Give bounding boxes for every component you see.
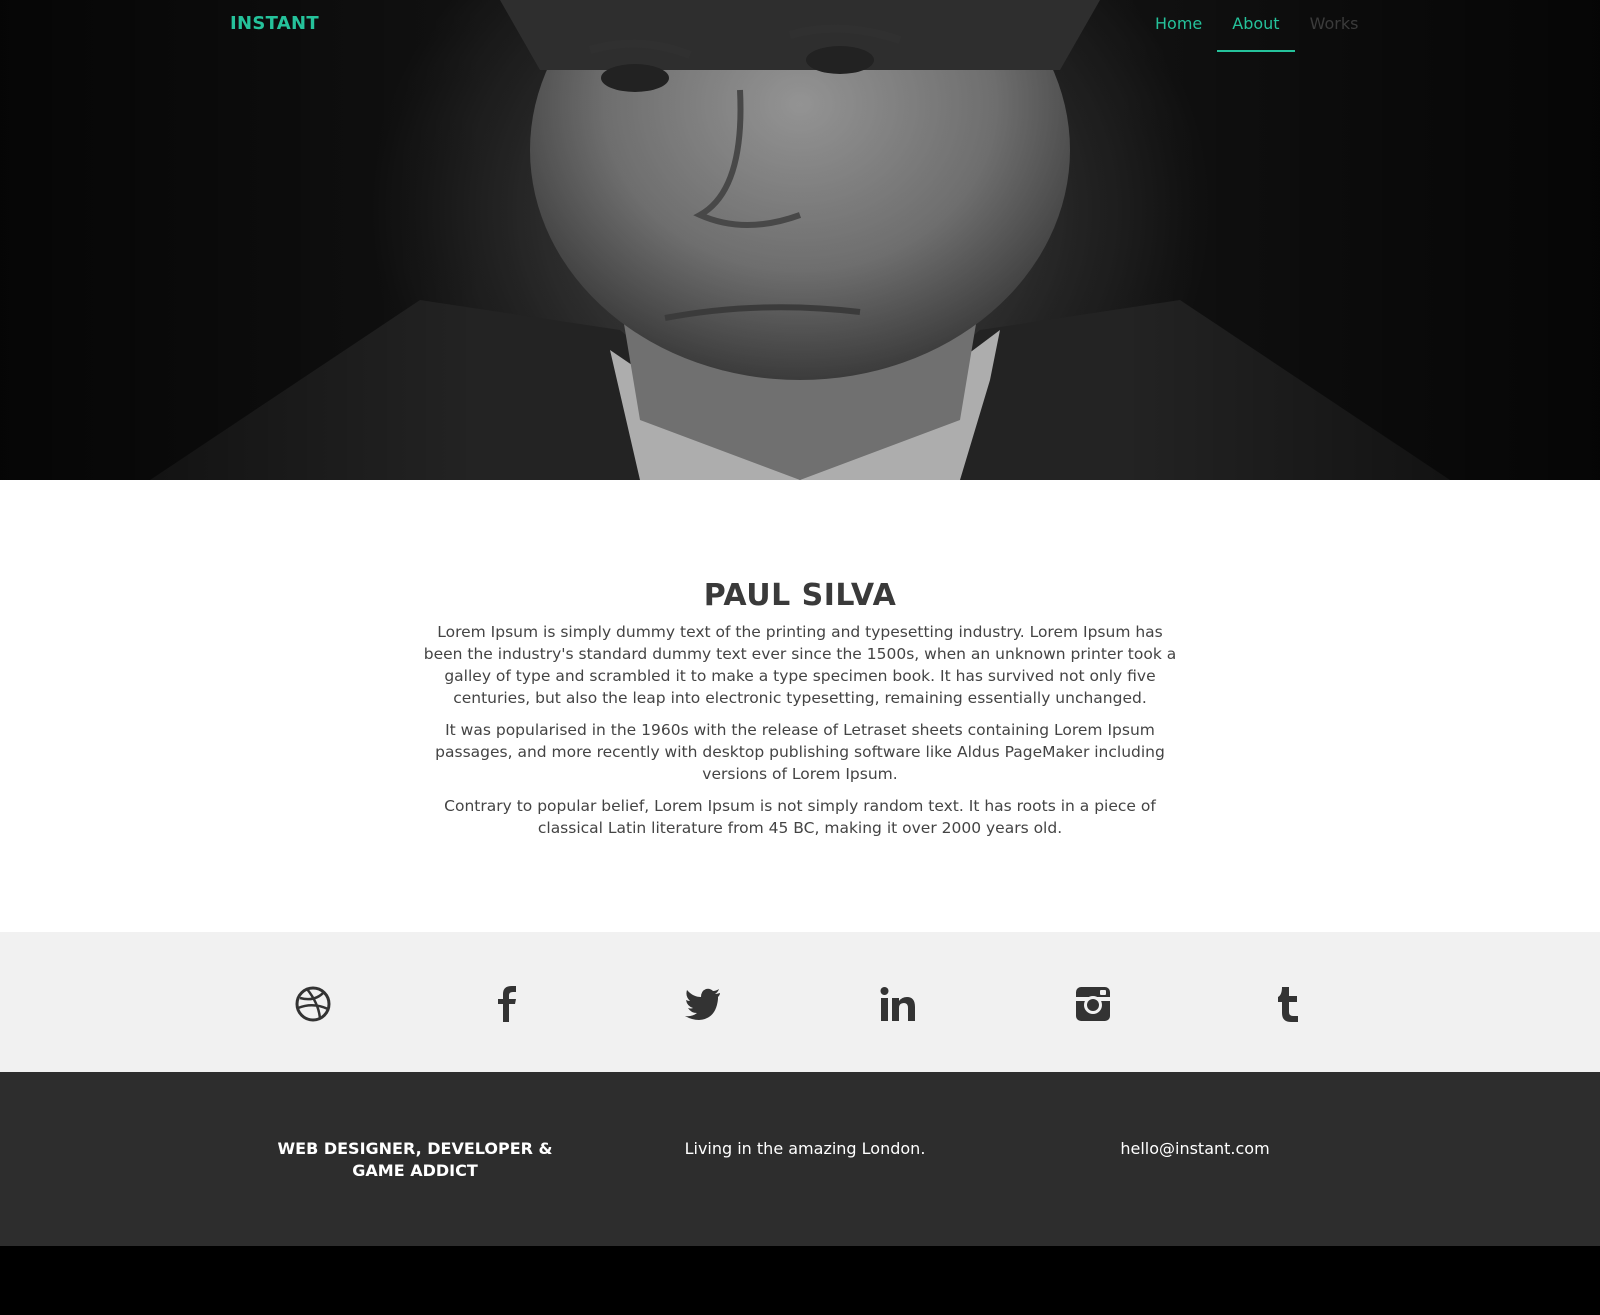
profile-name: PAUL SILVA bbox=[703, 578, 897, 613]
footer-location: Living in the amazing London. bbox=[684, 1139, 926, 1158]
facebook-icon[interactable] bbox=[488, 984, 528, 1024]
about-paragraph-1: Lorem Ipsum is simply dummy text of the … bbox=[423, 623, 1177, 707]
nav-works[interactable]: Works bbox=[1295, 0, 1374, 50]
nav-home[interactable]: Home bbox=[1140, 0, 1217, 50]
about-section: PAUL SILVA Lorem Ipsum is simply dummy t… bbox=[0, 480, 1600, 932]
tumblr-icon[interactable] bbox=[1268, 984, 1308, 1024]
footer: WEB DESIGNER, DEVELOPER & GAME ADDICT Li… bbox=[0, 1072, 1600, 1246]
footer-tagline: WEB DESIGNER, DEVELOPER & GAME ADDICT bbox=[277, 1139, 553, 1180]
dribbble-icon[interactable] bbox=[293, 984, 333, 1024]
hero-section: INSTANT Home About Works bbox=[0, 0, 1600, 480]
twitter-icon[interactable] bbox=[683, 984, 723, 1024]
main-nav: Home About Works bbox=[1140, 0, 1373, 52]
nav-about[interactable]: About bbox=[1217, 0, 1295, 52]
brand-logo[interactable]: INSTANT bbox=[230, 13, 319, 34]
linkedin-icon[interactable] bbox=[878, 984, 918, 1024]
about-paragraph-3: Contrary to popular belief, Lorem Ipsum … bbox=[444, 797, 1156, 837]
social-bar bbox=[0, 932, 1600, 1072]
about-paragraph-2: It was popularised in the 1960s with the… bbox=[435, 721, 1165, 783]
instagram-icon[interactable] bbox=[1073, 984, 1113, 1024]
footer-email[interactable]: hello@instant.com bbox=[1045, 1138, 1345, 1160]
portrait-photo bbox=[0, 0, 1600, 480]
